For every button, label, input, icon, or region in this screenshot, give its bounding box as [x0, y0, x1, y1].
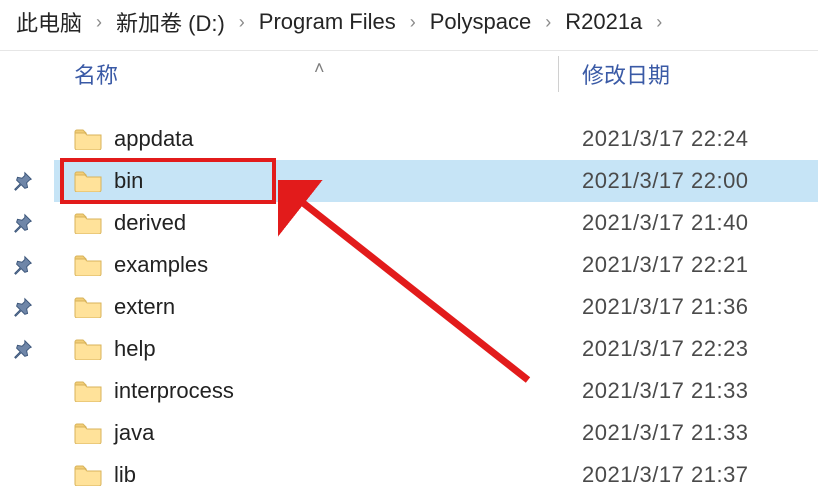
folder-modified-date: 2021/3/17 22:24 — [582, 126, 749, 152]
chevron-right-icon: › — [239, 12, 245, 33]
folder-row-appdata[interactable]: appdata 2021/3/17 22:24 — [54, 118, 818, 160]
folder-name: derived — [114, 210, 186, 236]
folder-name: java — [114, 420, 154, 446]
folder-row-extern[interactable]: extern 2021/3/17 21:36 — [54, 286, 818, 328]
folder-row-lib[interactable]: lib 2021/3/17 21:37 — [54, 454, 818, 496]
folder-row-interprocess[interactable]: interprocess 2021/3/17 21:33 — [54, 370, 818, 412]
folder-icon — [74, 128, 102, 150]
pin-icon[interactable] — [10, 252, 36, 278]
crumb-program-files[interactable]: Program Files — [259, 9, 396, 35]
folder-icon — [74, 464, 102, 486]
folder-modified-date: 2021/3/17 21:33 — [582, 378, 749, 404]
folder-icon — [74, 338, 102, 360]
chevron-right-icon: › — [96, 12, 102, 33]
folder-row-bin[interactable]: bin 2021/3/17 22:00 — [54, 160, 818, 202]
folder-name: interprocess — [114, 378, 234, 404]
folder-row-java[interactable]: java 2021/3/17 21:33 — [54, 412, 818, 454]
pin-icon[interactable] — [10, 210, 36, 236]
column-header-modified[interactable]: 修改日期 — [582, 58, 670, 90]
folder-name: lib — [114, 462, 136, 488]
folder-modified-date: 2021/3/17 21:33 — [582, 420, 749, 446]
folder-name: extern — [114, 294, 175, 320]
crumb-r2021a[interactable]: R2021a — [565, 9, 642, 35]
folder-name: examples — [114, 252, 208, 278]
pin-icon[interactable] — [10, 294, 36, 320]
pin-icon[interactable] — [10, 336, 36, 362]
quick-access-gutter — [0, 50, 54, 504]
column-header-row[interactable]: ˄ 名称 修改日期 — [54, 50, 818, 98]
sort-ascending-icon[interactable]: ˄ — [314, 58, 325, 79]
crumb-this-pc[interactable]: 此电脑 — [16, 6, 82, 38]
column-divider[interactable] — [558, 56, 559, 92]
column-header-name[interactable]: 名称 — [74, 58, 118, 90]
folder-row-derived[interactable]: derived 2021/3/17 21:40 — [54, 202, 818, 244]
folder-icon — [74, 296, 102, 318]
crumb-polyspace[interactable]: Polyspace — [430, 9, 532, 35]
folder-icon — [74, 254, 102, 276]
folder-modified-date: 2021/3/17 22:21 — [582, 252, 749, 278]
folder-modified-date: 2021/3/17 21:40 — [582, 210, 749, 236]
folder-icon — [74, 170, 102, 192]
folder-icon — [74, 212, 102, 234]
pin-icon[interactable] — [10, 168, 36, 194]
folder-row-help[interactable]: help 2021/3/17 22:23 — [54, 328, 818, 370]
folder-name: help — [114, 336, 156, 362]
chevron-right-icon: › — [656, 12, 662, 33]
folder-name: bin — [114, 168, 143, 194]
folder-row-examples[interactable]: examples 2021/3/17 22:21 — [54, 244, 818, 286]
folder-icon — [74, 422, 102, 444]
crumb-drive-d[interactable]: 新加卷 (D:) — [116, 6, 225, 38]
chevron-right-icon: › — [410, 12, 416, 33]
folder-icon — [74, 380, 102, 402]
folder-modified-date: 2021/3/17 21:36 — [582, 294, 749, 320]
folder-modified-date: 2021/3/17 21:37 — [582, 462, 749, 488]
chevron-right-icon: › — [545, 12, 551, 33]
folder-modified-date: 2021/3/17 22:23 — [582, 336, 749, 362]
folder-name: appdata — [114, 126, 194, 152]
folder-modified-date: 2021/3/17 22:00 — [582, 168, 749, 194]
breadcrumb[interactable]: 此电脑 › 新加卷 (D:) › Program Files › Polyspa… — [0, 0, 818, 48]
